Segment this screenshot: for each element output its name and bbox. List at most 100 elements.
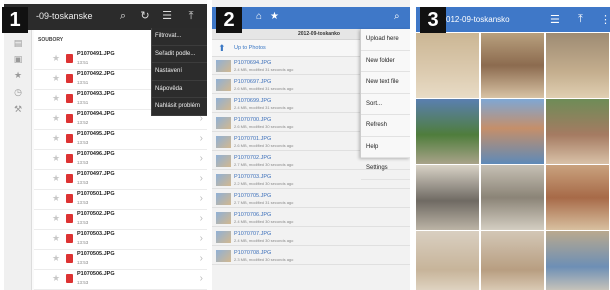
list-item[interactable]: P1070707.JPG 2.4 MB, modified 30 seconds … [212, 229, 410, 246]
list-item[interactable]: P1070705.JPG 2.7 MB, modified 31 seconds … [212, 191, 410, 208]
file-meta: 2.6 MB, modified 30 seconds ago [234, 124, 294, 129]
file-name: P1070694.JPG [234, 60, 272, 66]
star-icon[interactable]: ★ [52, 113, 60, 124]
refresh-icon[interactable]: ↻ [138, 9, 152, 23]
list-item[interactable]: ★ P1070502.JPG 13:53 › [34, 209, 207, 230]
file-time: 13:51 [77, 100, 89, 105]
menu-item[interactable]: Upload here [361, 29, 410, 51]
list-item[interactable]: P1070708.JPG 2.3 MB, modified 30 seconds … [212, 248, 410, 265]
step-badge-3: 3 [420, 7, 446, 33]
chevron-right-icon: › [199, 173, 203, 184]
star-icon[interactable]: ★ [270, 11, 279, 22]
list-item[interactable]: ★ P1070495.JPG 13:53 › [34, 129, 207, 150]
list-item[interactable]: ★ P1070496.JPG 13:53 › [34, 149, 207, 170]
list-item[interactable]: ★ P1070501.JPG 13:53 › [34, 189, 207, 210]
menu-item[interactable]: Sort... [361, 94, 410, 115]
list-item[interactable]: ★ P1070506.JPG 13:53 › [34, 269, 207, 290]
star-icon[interactable]: ★ [52, 213, 60, 224]
file-meta: 2.4 MB, modified 30 seconds ago [234, 219, 294, 224]
file-time: 13:52 [77, 120, 89, 125]
menu-item[interactable]: Settings [361, 158, 410, 180]
folder-icon[interactable]: ▤ [11, 36, 25, 50]
star-icon[interactable]: ★ [52, 273, 60, 284]
current-path: 2012-09-toskanko [298, 31, 340, 37]
image-file-icon [66, 94, 73, 103]
thumbnail-image [216, 193, 231, 205]
menu-item[interactable]: Refresh [361, 115, 410, 137]
menu-item[interactable]: New folder [361, 51, 410, 72]
star-icon[interactable]: ★ [52, 73, 60, 84]
sort-icon[interactable]: ☰ [160, 9, 174, 23]
file-name: P1070505.JPG [77, 251, 115, 257]
overflow-menu: Upload here New folder New text file Sort..… [360, 29, 410, 180]
star-icon[interactable]: ★ [52, 193, 60, 204]
list-view-icon[interactable]: ☰ [550, 13, 560, 26]
street-walk-photo[interactable] [481, 165, 544, 230]
menu-item[interactable]: New text file [361, 72, 410, 94]
family-beach-photo[interactable] [481, 33, 544, 98]
settings-icon[interactable]: ⚒ [11, 102, 25, 116]
list-item[interactable]: ★ P1070497.JPG 13:53 › [34, 169, 207, 190]
panel-1-file-manager-dark: -09-toskanske ⌕ ↻ ☰ ⤒ ▤ ▣ ★ ◷ ⚒ SOUBORY … [4, 0, 207, 290]
search-icon[interactable]: ⌕ [394, 11, 400, 22]
menu-item[interactable]: Filtrovat... [152, 28, 207, 46]
menu-item[interactable]: Nahlásit problém [152, 98, 207, 116]
list-item[interactable]: ★ P1070505.JPG 13:53 › [34, 249, 207, 270]
step-badge-2: 2 [216, 7, 242, 33]
child-sand-photo[interactable] [546, 33, 609, 98]
star-icon[interactable]: ★ [11, 68, 25, 82]
star-icon[interactable]: ★ [52, 253, 60, 264]
thumbnail-image [216, 98, 231, 110]
folder-title: -09-toskanske [36, 11, 93, 21]
home-icon[interactable]: ⌂ [256, 11, 262, 22]
town-square-photo[interactable] [546, 165, 609, 230]
menu-item[interactable]: Nápověda [152, 81, 207, 98]
file-time: 13:53 [77, 200, 89, 205]
file-name: P1070493.JPG [77, 91, 115, 97]
list-item[interactable]: P1070706.JPG 2.4 MB, modified 30 seconds … [212, 210, 410, 227]
chevron-right-icon: › [199, 253, 203, 264]
storage-icon[interactable]: ▣ [11, 52, 25, 66]
upload-icon[interactable]: ⤒ [578, 13, 583, 26]
file-meta: 2.2 MB, modified 30 seconds ago [234, 181, 294, 186]
child-blue-photo[interactable] [546, 231, 609, 290]
image-file-icon [66, 214, 73, 223]
menu-item[interactable]: Seřadit podle... [152, 46, 207, 63]
file-name: P1070506.JPG [77, 271, 115, 277]
star-icon[interactable]: ★ [52, 53, 60, 64]
chevron-right-icon: › [199, 213, 203, 224]
thumbnail-image [216, 250, 231, 262]
baby-beach-photo[interactable] [416, 231, 479, 290]
step-badge-1: 1 [2, 7, 28, 33]
baby-hat-photo[interactable] [481, 231, 544, 290]
star-icon[interactable]: ★ [52, 153, 60, 164]
photo-grid [416, 33, 610, 290]
star-icon[interactable]: ★ [52, 173, 60, 184]
image-file-icon [66, 174, 73, 183]
menu-item[interactable]: Nastavení [152, 63, 207, 81]
menu-overflow-icon[interactable]: ⋮ [600, 13, 610, 26]
history-icon[interactable]: ◷ [11, 85, 25, 99]
file-name: P1070707.JPG [234, 231, 272, 237]
panel-3-photo-gallery: 012-09-toskansko ☰ ⤒ ⋮ [416, 0, 610, 290]
image-file-icon [66, 194, 73, 203]
file-name: P1070497.JPG [77, 171, 115, 177]
file-meta: 2.4 MB, modified 31 seconds ago [234, 67, 294, 72]
file-time: 13:51 [77, 80, 89, 85]
file-name: P1070502.JPG [77, 211, 115, 217]
search-icon[interactable]: ⌕ [116, 9, 130, 23]
upload-icon[interactable]: ⤒ [184, 9, 198, 23]
mother-child-photo[interactable] [546, 99, 609, 164]
hotel-pool-photo[interactable] [481, 99, 544, 164]
star-icon[interactable]: ★ [52, 233, 60, 244]
star-icon[interactable]: ★ [52, 133, 60, 144]
star-icon[interactable]: ★ [52, 93, 60, 104]
folder-title: 012-09-toskansko [446, 15, 510, 24]
list-item[interactable]: ★ P1070503.JPG 13:53 › [34, 229, 207, 250]
chevron-right-icon: › [199, 233, 203, 244]
file-name: P1070491.JPG [77, 51, 115, 57]
palm-garden-photo[interactable] [416, 99, 479, 164]
menu-item[interactable]: Help [361, 137, 410, 158]
stroller-photo[interactable] [416, 165, 479, 230]
beach-child-photo[interactable] [416, 33, 479, 98]
